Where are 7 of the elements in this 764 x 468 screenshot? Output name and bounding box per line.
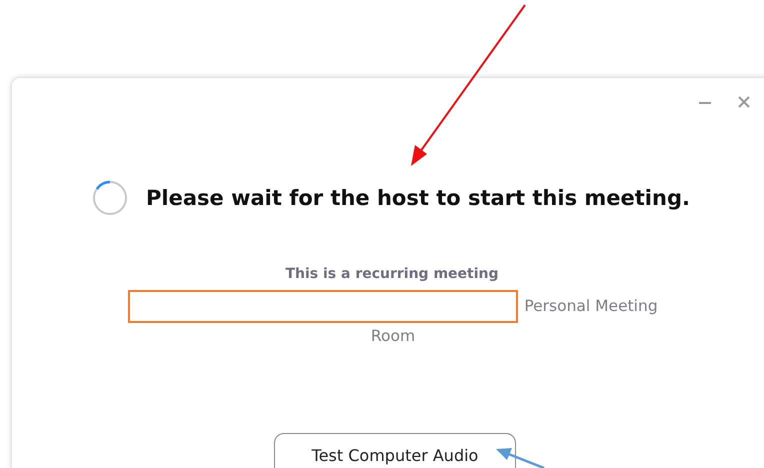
spinner-icon bbox=[92, 180, 128, 216]
test-audio-button[interactable]: Test Computer Audio bbox=[274, 433, 516, 468]
recurring-label: This is a recurring meeting bbox=[285, 266, 499, 282]
annotation-arrow bbox=[496, 448, 544, 468]
close-icon[interactable] bbox=[738, 96, 750, 108]
wait-message: Please wait for the host to start this meeting. bbox=[146, 186, 690, 210]
room-label: Personal Meeting Room bbox=[370, 296, 658, 345]
